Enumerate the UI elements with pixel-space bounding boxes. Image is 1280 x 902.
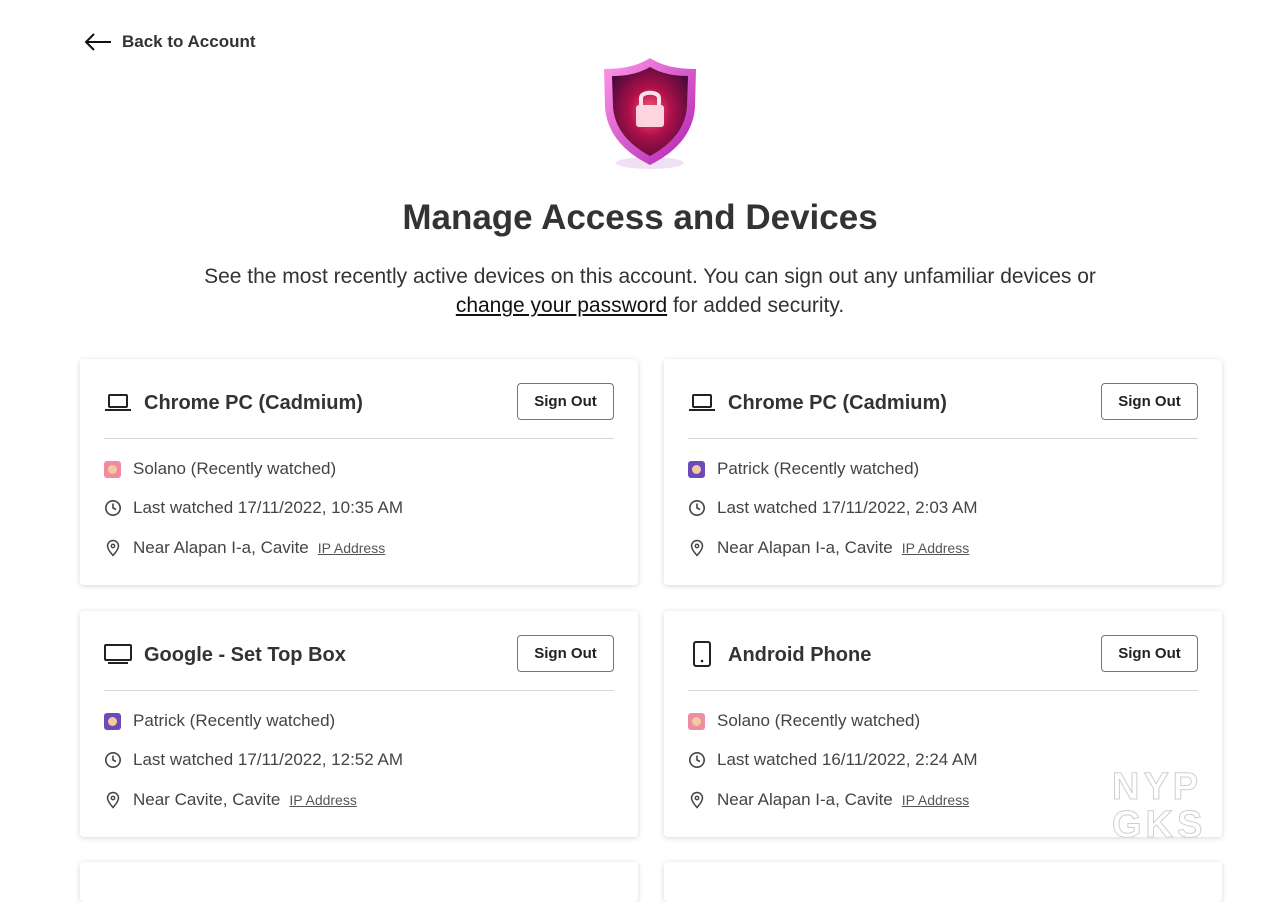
device-card-header: Chrome PC (Cadmium) Sign Out bbox=[104, 383, 614, 439]
device-name: Android Phone bbox=[728, 644, 872, 666]
last-watched-row: Last watched 17/11/2022, 2:03 AM bbox=[688, 498, 978, 518]
ip-address-link[interactable]: IP Address bbox=[318, 540, 385, 556]
shield-lock-icon bbox=[604, 58, 696, 169]
ip-address-link[interactable]: IP Address bbox=[289, 792, 356, 808]
arrow-left-icon bbox=[84, 33, 111, 51]
clock-icon bbox=[689, 500, 705, 516]
ip-address-link[interactable]: IP Address bbox=[902, 540, 969, 556]
clock-icon bbox=[105, 752, 121, 768]
profile-avatar bbox=[688, 460, 705, 478]
tv-icon bbox=[104, 644, 132, 664]
location-label: Near Alapan I-a, Cavite bbox=[717, 790, 893, 809]
last-watched-row: Last watched 17/11/2022, 12:52 AM bbox=[104, 750, 403, 770]
device-card-partial bbox=[80, 862, 638, 902]
last-watched-row: Last watched 16/11/2022, 2:24 AM bbox=[688, 750, 978, 770]
profile-row: Solano (Recently watched) bbox=[104, 459, 336, 479]
last-watched-label: Last watched 17/11/2022, 12:52 AM bbox=[133, 750, 403, 769]
device-card-header: Android Phone Sign Out bbox=[688, 635, 1198, 691]
device-card-header: Google - Set Top Box Sign Out bbox=[104, 635, 614, 691]
profile-label: Patrick (Recently watched) bbox=[717, 459, 920, 478]
location-pin-icon bbox=[106, 539, 120, 557]
back-link-label: Back to Account bbox=[122, 32, 256, 51]
location-label: Near Alapan I-a, Cavite bbox=[717, 538, 893, 557]
last-watched-label: Last watched 16/11/2022, 2:24 AM bbox=[717, 750, 978, 769]
back-to-account-link[interactable]: Back to Account bbox=[84, 32, 256, 52]
page-title: Manage Access and Devices bbox=[402, 198, 878, 237]
profile-row: Solano (Recently watched) bbox=[688, 711, 920, 731]
watermark-line-2: GKS bbox=[1111, 804, 1207, 846]
change-password-link[interactable]: change your password bbox=[456, 294, 667, 317]
location-pin-icon bbox=[106, 791, 120, 809]
subtitle-text-before: See the most recently active devices on … bbox=[204, 265, 1096, 288]
location-row: Near Alapan I-a, Cavite IP Address bbox=[688, 538, 969, 558]
profile-avatar bbox=[104, 460, 121, 478]
last-watched-row: Last watched 17/11/2022, 10:35 AM bbox=[104, 498, 403, 518]
sign-out-button[interactable]: Sign Out bbox=[517, 383, 614, 420]
location-row: Near Alapan I-a, Cavite IP Address bbox=[688, 790, 969, 810]
profile-avatar bbox=[688, 712, 705, 730]
profile-row: Patrick (Recently watched) bbox=[104, 711, 335, 731]
watermark-line-1: NYP bbox=[1111, 766, 1203, 808]
sign-out-button[interactable]: Sign Out bbox=[517, 635, 614, 672]
subtitle-text-after: for added security. bbox=[667, 294, 845, 317]
location-pin-icon bbox=[690, 791, 704, 809]
profile-label: Solano (Recently watched) bbox=[133, 459, 337, 478]
last-watched-label: Last watched 17/11/2022, 10:35 AM bbox=[133, 498, 403, 517]
location-label: Near Alapan I-a, Cavite bbox=[133, 538, 309, 557]
device-name: Google - Set Top Box bbox=[144, 644, 346, 666]
laptop-icon bbox=[105, 394, 131, 411]
profile-label: Solano (Recently watched) bbox=[717, 711, 921, 730]
location-row: Near Cavite, Cavite IP Address bbox=[104, 790, 357, 810]
laptop-icon bbox=[689, 394, 715, 411]
location-row: Near Alapan I-a, Cavite IP Address bbox=[104, 538, 385, 558]
device-card-header: Chrome PC (Cadmium) Sign Out bbox=[688, 383, 1198, 439]
device-card: Google - Set Top Box Sign Out Patrick (R… bbox=[80, 611, 638, 837]
device-name: Chrome PC (Cadmium) bbox=[728, 392, 947, 414]
sign-out-button[interactable]: Sign Out bbox=[1101, 635, 1198, 672]
clock-icon bbox=[105, 500, 121, 516]
clock-icon bbox=[689, 752, 705, 768]
sign-out-button[interactable]: Sign Out bbox=[1101, 383, 1198, 420]
profile-avatar bbox=[104, 712, 121, 730]
phone-icon bbox=[693, 641, 711, 667]
profile-label: Patrick (Recently watched) bbox=[133, 711, 336, 730]
page-subtitle: See the most recently active devices on … bbox=[200, 262, 1100, 320]
location-pin-icon bbox=[690, 539, 704, 557]
last-watched-label: Last watched 17/11/2022, 2:03 AM bbox=[717, 498, 978, 517]
device-card: Chrome PC (Cadmium) Sign Out Patrick (Re… bbox=[664, 359, 1222, 585]
ip-address-link[interactable]: IP Address bbox=[902, 792, 969, 808]
device-card: Chrome PC (Cadmium) Sign Out Solano (Rec… bbox=[80, 359, 638, 585]
device-name: Chrome PC (Cadmium) bbox=[144, 392, 363, 414]
location-label: Near Cavite, Cavite bbox=[133, 790, 281, 809]
device-card-partial bbox=[664, 862, 1222, 902]
profile-row: Patrick (Recently watched) bbox=[688, 459, 919, 479]
watermark-logo: NYP GKS bbox=[1111, 766, 1207, 846]
